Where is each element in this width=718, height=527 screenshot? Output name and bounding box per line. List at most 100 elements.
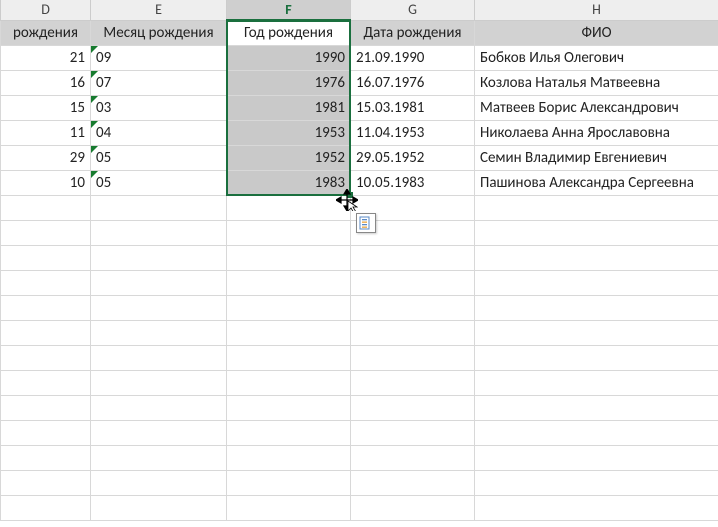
cell[interactable] [91,345,227,370]
col-header-E[interactable]: E [91,0,227,20]
cell[interactable]: 04 [91,120,227,145]
cell[interactable]: 29.05.1952 [351,145,475,170]
data-header-row[interactable]: рождения Месяц рождения Год рождения Дат… [1,20,718,45]
cell[interactable] [351,295,475,320]
cell[interactable] [1,345,91,370]
cell[interactable] [475,270,718,295]
table-row[interactable] [1,370,718,395]
cell[interactable]: Семин Владимир Евгениевич [475,145,718,170]
cell[interactable] [227,195,351,220]
cell[interactable] [351,420,475,445]
cell[interactable] [351,320,475,345]
cell[interactable]: Дата рождения [351,20,475,45]
table-row[interactable] [1,320,718,345]
cell[interactable] [475,220,718,245]
cell[interactable]: 15 [1,95,91,120]
cell[interactable]: 03 [91,95,227,120]
table-row[interactable]: 1607197616.07.1976Козлова Наталья Матвее… [1,70,718,95]
cell[interactable] [351,345,475,370]
cell[interactable]: Пашинова Александра Сергеевна [475,170,718,195]
cell[interactable]: 16 [1,70,91,95]
cell[interactable] [91,220,227,245]
cell[interactable] [227,395,351,420]
cell[interactable] [227,420,351,445]
cell[interactable] [91,270,227,295]
column-header-row[interactable]: D E F G H [1,0,718,20]
cell[interactable]: ФИО [475,20,718,45]
cell[interactable] [351,270,475,295]
cell-active[interactable]: Год рождения [227,20,351,45]
cell[interactable]: 05 [91,145,227,170]
cell[interactable] [351,495,475,520]
cell[interactable] [1,470,91,495]
cell[interactable]: 11 [1,120,91,145]
cell[interactable] [91,495,227,520]
cell[interactable] [1,320,91,345]
cell[interactable] [227,295,351,320]
cell[interactable] [475,495,718,520]
table-row[interactable]: 1104195311.04.1953Николаева Анна Ярослав… [1,120,718,145]
cell[interactable] [91,320,227,345]
cell[interactable] [1,370,91,395]
cell[interactable] [227,320,351,345]
cell[interactable] [227,445,351,470]
grid-table[interactable]: D E F G H рождения Месяц рождения Год ро… [0,0,718,521]
cell[interactable]: 15.03.1981 [351,95,475,120]
table-row[interactable] [1,470,718,495]
table-row[interactable] [1,270,718,295]
cell[interactable] [91,245,227,270]
cell[interactable] [91,295,227,320]
cell[interactable] [475,320,718,345]
cell[interactable] [91,370,227,395]
table-row[interactable] [1,295,718,320]
cell[interactable] [475,345,718,370]
cell[interactable]: 10 [1,170,91,195]
cell[interactable] [91,445,227,470]
cell[interactable] [1,445,91,470]
cell[interactable] [475,420,718,445]
cell[interactable] [91,395,227,420]
cell[interactable] [351,470,475,495]
cell[interactable] [351,395,475,420]
cell[interactable]: 1981 [227,95,351,120]
cell[interactable] [1,420,91,445]
cell[interactable]: рождения [1,20,91,45]
cell[interactable] [1,270,91,295]
cell[interactable]: 16.07.1976 [351,70,475,95]
col-header-G[interactable]: G [351,0,475,20]
cell[interactable]: 21.09.1990 [351,45,475,70]
cell[interactable] [91,195,227,220]
paste-options-icon[interactable] [356,213,376,233]
col-header-F[interactable]: F [227,0,351,20]
cell[interactable]: 05 [91,170,227,195]
cell[interactable]: 29 [1,145,91,170]
cell[interactable] [475,195,718,220]
cell[interactable] [475,395,718,420]
table-row[interactable] [1,245,718,270]
cell[interactable] [227,370,351,395]
cell[interactable] [227,270,351,295]
cell[interactable]: 1976 [227,70,351,95]
cell[interactable] [227,470,351,495]
cell[interactable] [475,470,718,495]
cell[interactable]: Месяц рождения [91,20,227,45]
cell[interactable]: 1952 [227,145,351,170]
table-row[interactable]: 1005198310.05.1983Пашинова Александра Се… [1,170,718,195]
cell[interactable] [475,295,718,320]
cell[interactable]: Николаева Анна Ярославовна [475,120,718,145]
cell[interactable]: 11.04.1953 [351,120,475,145]
table-row[interactable]: 2905195229.05.1952Семин Владимир Евгение… [1,145,718,170]
cell[interactable] [1,220,91,245]
cell[interactable] [227,345,351,370]
cell[interactable] [351,245,475,270]
cell[interactable] [227,220,351,245]
cell[interactable]: 1990 [227,45,351,70]
cell[interactable]: 1953 [227,120,351,145]
table-row[interactable] [1,495,718,520]
cell[interactable] [1,245,91,270]
table-row[interactable] [1,345,718,370]
cell[interactable]: 09 [91,45,227,70]
cell[interactable] [1,495,91,520]
table-row[interactable] [1,420,718,445]
cell[interactable]: 10.05.1983 [351,170,475,195]
